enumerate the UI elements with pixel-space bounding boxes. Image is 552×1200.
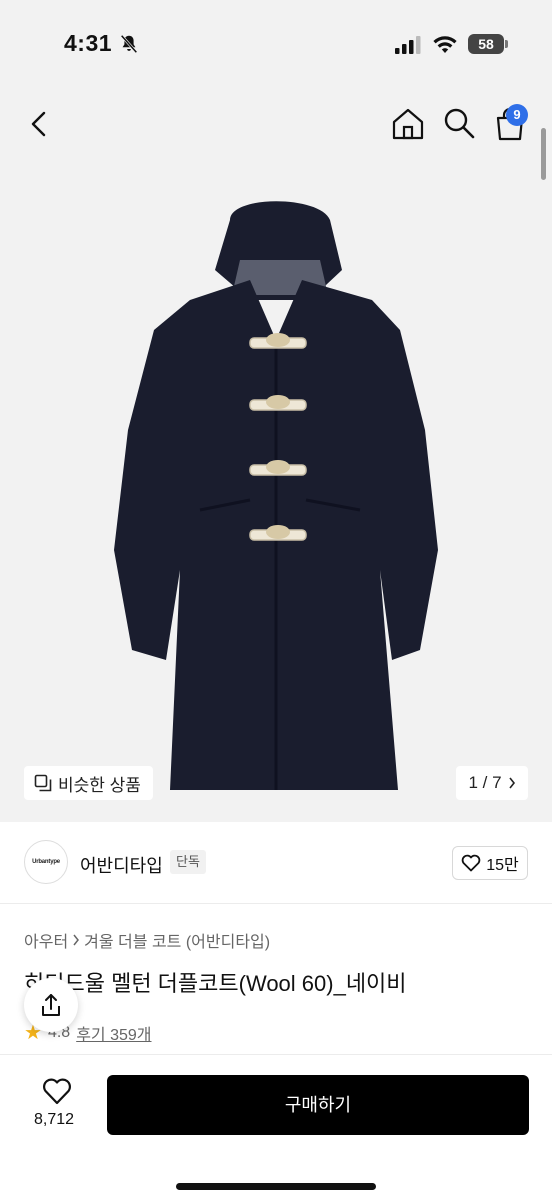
buy-button[interactable]: 구매하기 [107, 1075, 529, 1135]
exclusive-badge: 단독 [170, 850, 206, 874]
status-time: 4:31 [64, 30, 113, 56]
home-icon[interactable] [390, 106, 426, 142]
bell-muted-icon [120, 34, 138, 54]
seller-name[interactable]: 어반디타입 [80, 852, 163, 878]
similar-products-button[interactable]: 비슷한 상품 [24, 766, 153, 800]
wish-count: 8,712 [34, 1111, 75, 1128]
product-image-gallery[interactable]: 9 비슷한 상품 1 / 7 [0, 90, 552, 822]
cart-count-badge: 9 [506, 104, 528, 126]
seller-like-count: 15만 [486, 857, 519, 874]
image-page-indicator[interactable]: 1 / 7 [456, 766, 528, 800]
chevron-right-icon [508, 777, 515, 789]
breadcrumb-item-category[interactable]: 아우터 [24, 928, 68, 952]
cellular-signal-icon [395, 36, 421, 54]
home-indicator [176, 1183, 376, 1190]
chevron-right-icon [73, 934, 80, 946]
seller-avatar[interactable]: Urbantype [24, 840, 68, 884]
review-link[interactable]: 후기 359개 [76, 1021, 151, 1045]
seller-logo-text: Urbantype [32, 859, 60, 865]
heart-icon[interactable] [42, 1077, 72, 1105]
product-image [114, 201, 438, 790]
seller-like-button[interactable]: 15만 [452, 846, 528, 880]
scroll-indicator [541, 128, 546, 180]
bottom-action-bar: 8,712 구매하기 [0, 1054, 552, 1200]
share-button[interactable] [24, 978, 78, 1032]
heart-icon [461, 854, 481, 872]
breadcrumb: 아우터 겨울 더블 코트 (어반디타입) [24, 928, 270, 952]
battery-indicator: 58 [468, 34, 504, 54]
page-indicator-text: 1 / 7 [468, 773, 502, 792]
seller-row: Urbantype 어반디타입 단독 15만 [0, 822, 552, 904]
similar-products-label: 비슷한 상품 [58, 775, 141, 795]
wifi-icon [433, 36, 457, 53]
share-icon [42, 994, 60, 1016]
similar-products-icon [34, 774, 52, 792]
back-icon[interactable] [24, 108, 56, 140]
search-icon[interactable] [442, 106, 476, 140]
status-bar: 4:31 58 [0, 0, 552, 90]
battery-tip [505, 40, 508, 48]
product-title: 히디드울 멜턴 더플코트(Wool 60)_네이비 [24, 971, 407, 996]
breadcrumb-item-subcategory[interactable]: 겨울 더블 코트 (어반디타입) [84, 928, 270, 952]
